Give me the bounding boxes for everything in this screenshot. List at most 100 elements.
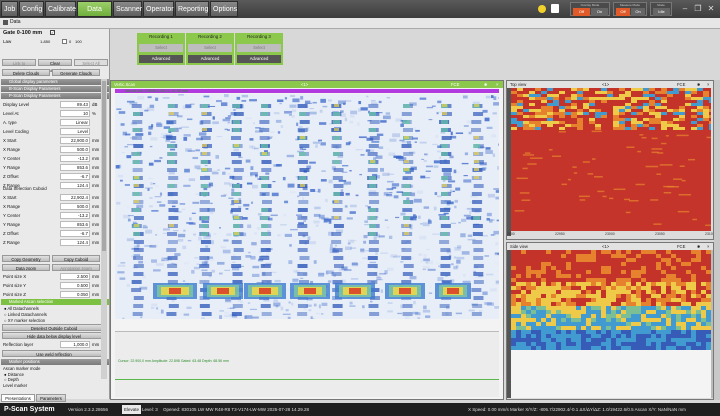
scan-cell: [576, 278, 581, 282]
mode-value[interactable]: Idle: [653, 8, 670, 16]
reflection-layer-field[interactable]: 1,000.0: [60, 341, 90, 348]
measure-off-button[interactable]: Off: [616, 8, 630, 16]
section-bscan-display[interactable]: B-Scan Display Parameters: [1, 86, 109, 92]
data-zoom-button[interactable]: Data zoom: [2, 264, 50, 271]
cuboid-field[interactable]: -13.2: [60, 212, 90, 219]
overlay-off-button[interactable]: Off: [573, 8, 590, 16]
tab-scanner[interactable]: Scanner: [113, 1, 142, 17]
recording-1-advanced-button[interactable]: Advanced: [139, 55, 183, 63]
generate-clouds-button[interactable]: Generate Clouds: [52, 69, 100, 76]
scan-cell: [529, 103, 535, 106]
delete-clouds-button[interactable]: Delete Clouds: [2, 69, 50, 76]
tab-operator[interactable]: Operator: [143, 1, 174, 17]
scan-cell: [516, 314, 521, 318]
params-field[interactable]: 89.43: [60, 101, 90, 108]
option-depth[interactable]: ○ Depth: [4, 377, 19, 382]
recording-3-select-button[interactable]: Select: [237, 44, 281, 52]
sun-icon[interactable]: [538, 5, 546, 13]
settings-icon[interactable]: ✱: [484, 81, 488, 88]
cuboid-field[interactable]: 124.4: [60, 239, 90, 246]
recording-3-advanced-button[interactable]: Advanced: [237, 55, 281, 63]
scan-cell: [531, 250, 536, 254]
params-field[interactable]: -6.7: [60, 173, 90, 180]
top-view-close-icon[interactable]: ×: [707, 81, 709, 88]
gate-checkbox[interactable]: ✓: [50, 30, 55, 35]
section-pscan-display[interactable]: P-Scan Display Parameters: [1, 93, 109, 99]
top-view-heatmap[interactable]: [511, 88, 711, 231]
option-xy-marker[interactable]: ○ XY marker selection: [4, 318, 45, 323]
params-field[interactable]: -13.2: [60, 155, 90, 162]
scrollbar-thumb[interactable]: [102, 81, 106, 251]
points-field[interactable]: 0.500: [60, 282, 90, 289]
close-panel-icon[interactable]: ×: [496, 81, 498, 88]
measure-on-button[interactable]: On: [631, 8, 645, 16]
scan-cell: [523, 115, 529, 118]
scan-cell: [231, 312, 242, 316]
section-global-display[interactable]: Global display parameters: [1, 79, 109, 85]
cuboid-field[interactable]: 853.6: [60, 221, 90, 228]
bscan-plot[interactable]: [115, 94, 499, 331]
deselect-outside-cuboid-button[interactable]: Deselect Outside Cuboid: [2, 324, 106, 331]
tab-data-view[interactable]: Data View: [77, 1, 112, 29]
side-view-settings-icon[interactable]: ✱: [697, 243, 701, 250]
top-view-settings-icon[interactable]: ✱: [697, 81, 701, 88]
option-all-datachannels[interactable]: ● All Datachannels: [4, 306, 39, 311]
left-panel-scrollbar[interactable]: [101, 79, 107, 379]
scan-cell: [551, 338, 556, 342]
scan-cell: [531, 282, 536, 286]
points-field[interactable]: 0.050: [60, 291, 90, 298]
hide-below-level-button[interactable]: Hide data below display level: [2, 332, 106, 339]
clear-presentations-button[interactable]: Clear presentations: [38, 59, 72, 73]
right-scrollbar[interactable]: [714, 80, 720, 400]
tab-config[interactable]: Config: [19, 1, 44, 17]
vertical-scan-index: <1>: [301, 82, 309, 87]
scan-cell: [696, 274, 701, 278]
params-field[interactable]: 22,900.0: [60, 137, 90, 144]
scan-cell: [701, 250, 706, 254]
link-presentations-button[interactable]: Link to presentations: [2, 59, 36, 73]
params-field[interactable]: Level: [60, 128, 90, 135]
points-field[interactable]: 2.500: [60, 273, 90, 280]
side-view-close-icon[interactable]: ×: [707, 243, 709, 250]
copy-geometry-button[interactable]: Copy Geometry: [2, 255, 50, 262]
tab-reporting[interactable]: Reporting: [175, 1, 209, 17]
scan-cell: [661, 115, 667, 118]
params-field[interactable]: 124.4: [60, 182, 90, 189]
law-label: Law: [3, 39, 12, 44]
select-all-button[interactable]: Select All: [74, 59, 108, 66]
ascan-area[interactable]: Cursor: 22.900,0 mm Amplitude: 22.898 Ga…: [115, 331, 499, 397]
params-field[interactable]: 10: [60, 110, 90, 117]
tab-calibrate[interactable]: Calibrate: [45, 1, 76, 17]
section-marked-ascan[interactable]: Marked Ascan selection: [1, 299, 109, 305]
close-icon[interactable]: ✕: [706, 3, 716, 15]
section-marker-positions[interactable]: Marker positions: [1, 359, 109, 365]
restore-icon[interactable]: ❐: [693, 3, 703, 15]
params-field[interactable]: 853.6: [60, 164, 90, 171]
cuboid-field[interactable]: -6.7: [60, 230, 90, 237]
tab-options[interactable]: Options: [210, 1, 238, 17]
tab-job[interactable]: Job: [1, 1, 18, 17]
scan-cell: [171, 262, 175, 265]
tab-presentations[interactable]: Presentations: [1, 394, 35, 402]
recording-1-select-button[interactable]: Select: [139, 44, 183, 52]
law-checkbox[interactable]: [62, 39, 67, 44]
scan-cell: [274, 279, 281, 283]
recording-2-select-button[interactable]: Select: [188, 44, 232, 52]
use-weld-reflection-button[interactable]: Use weld reflection: [2, 350, 106, 357]
option-linked-datachannels[interactable]: ○ Linked Datachannels: [4, 312, 47, 317]
recording-2-advanced-button[interactable]: Advanced: [188, 55, 232, 63]
copy-cuboid-button[interactable]: Copy Cuboid: [52, 255, 100, 262]
params-field[interactable]: Linear: [60, 119, 90, 126]
tab-parameters[interactable]: Parameters: [36, 394, 66, 402]
annotation-zoom-button[interactable]: Annotation zoom: [52, 264, 100, 271]
scan-cell: [167, 264, 178, 268]
elevate-button[interactable]: Elevate: [122, 405, 142, 414]
params-field[interactable]: 500.0: [60, 146, 90, 153]
overlay-on-button[interactable]: On: [591, 8, 608, 16]
minimize-icon[interactable]: –: [680, 3, 690, 15]
scan-cell: [559, 118, 565, 121]
scan-cell: [602, 195, 607, 198]
cuboid-field[interactable]: 22,902.4: [60, 194, 90, 201]
side-view-heatmap[interactable]: [511, 250, 711, 350]
cuboid-field[interactable]: 500.0: [60, 203, 90, 210]
